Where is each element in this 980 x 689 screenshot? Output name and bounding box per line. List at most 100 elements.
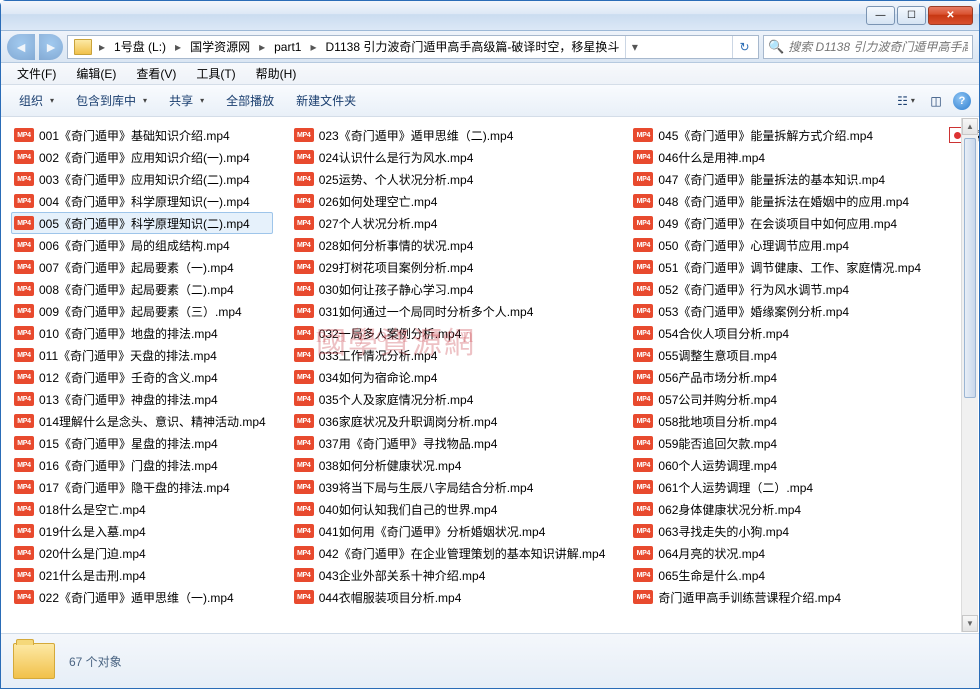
file-item[interactable]: MP4057公司并购分析.mp4 [630,388,928,410]
file-item[interactable]: MP4048《奇门遁甲》能量拆法在婚姻中的应用.mp4 [630,190,928,212]
include-in-library-button[interactable]: 包含到库中 [66,88,157,113]
file-item[interactable]: MP4010《奇门遁甲》地盘的排法.mp4 [11,322,273,344]
file-item[interactable]: MP4030如何让孩子静心学习.mp4 [291,278,613,300]
breadcrumb-seg-0[interactable]: 1号盘 (L:) [108,36,172,58]
search-input[interactable] [788,40,968,54]
file-item[interactable]: MP4039将当下局与生辰八字局结合分析.mp4 [291,476,613,498]
file-item[interactable]: MP4025运势、个人状况分析.mp4 [291,168,613,190]
file-item[interactable]: MP4042《奇门遁甲》在企业管理策划的基本知识讲解.mp4 [291,542,613,564]
file-item[interactable]: MP4奇门遁甲高手训练营课程介绍.mp4 [630,586,928,608]
file-item[interactable]: MP4024认识什么是行为风水.mp4 [291,146,613,168]
file-item[interactable]: MP4022《奇门遁甲》遁甲思维（一).mp4 [11,586,273,608]
chevron-right-icon[interactable]: ▸ [96,40,108,54]
file-item[interactable]: MP4050《奇门遁甲》心理调节应用.mp4 [630,234,928,256]
maximize-button[interactable]: ☐ [897,6,926,25]
breadcrumb-seg-3[interactable]: D1138 引力波奇门遁甲高手高级篇-破译时空，移星换斗 [320,36,626,58]
file-item[interactable]: MP4045《奇门遁甲》能量拆解方式介绍.mp4 [630,124,928,146]
file-item[interactable]: MP4016《奇门遁甲》门盘的排法.mp4 [11,454,273,476]
close-button[interactable]: ✕ [928,6,973,25]
file-item[interactable]: MP4021什么是击刑.mp4 [11,564,273,586]
file-item[interactable]: MP4054合伙人项目分析.mp4 [630,322,928,344]
file-item[interactable]: MP4036家庭状况及升职调岗分析.mp4 [291,410,613,432]
file-item[interactable]: MP4005《奇门遁甲》科学原理知识(二).mp4 [11,212,273,234]
breadcrumb-seg-2[interactable]: part1 [268,36,307,58]
file-item[interactable]: MP4029打树花项目案例分析.mp4 [291,256,613,278]
file-item[interactable]: MP4038如何分析健康状况.mp4 [291,454,613,476]
chevron-right-icon[interactable]: ▸ [256,40,268,54]
file-item[interactable]: MP4033工作情况分析.mp4 [291,344,613,366]
menu-help[interactable]: 帮助(H) [248,63,305,84]
file-item[interactable]: MP4011《奇门遁甲》天盘的排法.mp4 [11,344,273,366]
chevron-right-icon[interactable]: ▸ [172,40,184,54]
file-item[interactable]: MP4012《奇门遁甲》壬奇的含义.mp4 [11,366,273,388]
file-item[interactable]: MP4064月亮的状况.mp4 [630,542,928,564]
refresh-button[interactable]: ↻ [732,36,756,58]
new-folder-button[interactable]: 新建文件夹 [286,88,366,113]
file-item[interactable]: MP4031如何通过一个局同时分析多个人.mp4 [291,300,613,322]
file-item[interactable]: MP4026如何处理空亡.mp4 [291,190,613,212]
menu-tools[interactable]: 工具(T) [188,63,243,84]
nav-back-button[interactable]: ◄ [7,34,35,60]
file-item[interactable]: MP4027个人状况分析.mp4 [291,212,613,234]
menu-edit[interactable]: 编辑(E) [68,63,124,84]
file-item[interactable]: MP4061个人运势调理（二）.mp4 [630,476,928,498]
file-item[interactable]: MP4007《奇门遁甲》起局要素（一).mp4 [11,256,273,278]
file-item[interactable]: MP4001《奇门遁甲》基础知识介绍.mp4 [11,124,273,146]
file-item[interactable]: MP4018什么是空亡.mp4 [11,498,273,520]
file-item[interactable]: MP4051《奇门遁甲》调节健康、工作、家庭情况.mp4 [630,256,928,278]
file-item[interactable]: MP4060个人运势调理.mp4 [630,454,928,476]
file-item[interactable]: MP4065生命是什么.mp4 [630,564,928,586]
file-item[interactable]: MP4015《奇门遁甲》星盘的排法.mp4 [11,432,273,454]
file-item[interactable]: MP4028如何分析事情的状况.mp4 [291,234,613,256]
preview-pane-button[interactable]: ◫ [923,90,949,112]
file-item[interactable]: MP4032一局多人案例分析.mp4 [291,322,613,344]
file-item[interactable]: MP4017《奇门遁甲》隐干盘的排法.mp4 [11,476,273,498]
breadcrumb-seg-1[interactable]: 国学资源网 [184,36,256,58]
menu-view[interactable]: 查看(V) [128,63,184,84]
file-item[interactable]: MP4023《奇门遁甲》遁甲思维（二).mp4 [291,124,613,146]
file-item[interactable]: MP4063寻找走失的小狗.mp4 [630,520,928,542]
file-item[interactable]: MP4014理解什么是念头、意识、精神活动.mp4 [11,410,273,432]
file-item[interactable]: MP4004《奇门遁甲》科学原理知识(一).mp4 [11,190,273,212]
help-icon[interactable]: ? [953,92,971,110]
play-all-button[interactable]: 全部播放 [216,88,284,113]
file-item[interactable]: MP4062身体健康状况分析.mp4 [630,498,928,520]
file-item[interactable]: MP4041如何用《奇门遁甲》分析婚姻状况.mp4 [291,520,613,542]
view-options-button[interactable]: ☷ [893,90,919,112]
file-item[interactable]: MP4046什么是用神.mp4 [630,146,928,168]
file-item[interactable]: MP4020什么是门迫.mp4 [11,542,273,564]
file-item[interactable]: MP4037用《奇门遁甲》寻找物品.mp4 [291,432,613,454]
file-item[interactable]: MP4055调整生意项目.mp4 [630,344,928,366]
organize-button[interactable]: 组织 [9,88,64,113]
scroll-thumb[interactable] [964,138,976,398]
file-item[interactable]: MP4003《奇门遁甲》应用知识介绍(二).mp4 [11,168,273,190]
file-item[interactable]: MP4035个人及家庭情况分析.mp4 [291,388,613,410]
file-item[interactable]: MP4056产品市场分析.mp4 [630,366,928,388]
file-item[interactable]: MP4040如何认知我们自己的世界.mp4 [291,498,613,520]
search-box[interactable]: 🔍 [763,35,973,59]
file-item[interactable]: MP4009《奇门遁甲》起局要素（三）.mp4 [11,300,273,322]
file-item[interactable]: MP4008《奇门遁甲》起局要素（二).mp4 [11,278,273,300]
file-item[interactable]: MP4049《奇门遁甲》在会谈项目中如何应用.mp4 [630,212,928,234]
file-item[interactable]: MP4002《奇门遁甲》应用知识介绍(一).mp4 [11,146,273,168]
file-item[interactable]: MP4043企业外部关系十神介绍.mp4 [291,564,613,586]
minimize-button[interactable]: — [866,6,895,25]
file-item[interactable]: MP4044衣帽服装项目分析.mp4 [291,586,613,608]
share-button[interactable]: 共享 [159,88,214,113]
file-item[interactable]: MP4058批地项目分析.mp4 [630,410,928,432]
file-item[interactable]: MP4006《奇门遁甲》局的组成结构.mp4 [11,234,273,256]
vertical-scrollbar[interactable]: ▲ ▼ [961,118,978,632]
address-dropdown-button[interactable]: ▾ [625,36,643,58]
scroll-up-button[interactable]: ▲ [962,118,978,135]
file-item[interactable]: MP4059能否追回欠款.mp4 [630,432,928,454]
file-item[interactable]: MP4034如何为宿命论.mp4 [291,366,613,388]
chevron-right-icon[interactable]: ▸ [307,40,319,54]
file-item[interactable]: MP4047《奇门遁甲》能量拆法的基本知识.mp4 [630,168,928,190]
file-item[interactable]: MP4053《奇门遁甲》婚缘案例分析.mp4 [630,300,928,322]
file-item[interactable]: MP4013《奇门遁甲》神盘的排法.mp4 [11,388,273,410]
address-bar[interactable]: ▸ 1号盘 (L:) ▸ 国学资源网 ▸ part1 ▸ D1138 引力波奇门… [67,35,759,59]
file-item[interactable]: MP4052《奇门遁甲》行为风水调节.mp4 [630,278,928,300]
nav-forward-button[interactable]: ► [39,34,63,60]
file-item[interactable]: MP4019什么是入墓.mp4 [11,520,273,542]
scroll-down-button[interactable]: ▼ [962,615,978,632]
